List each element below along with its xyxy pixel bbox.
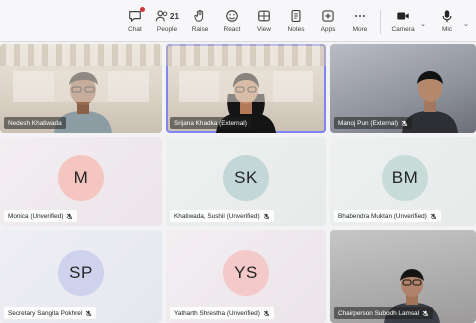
participant-name: Nedesh Khatiwada [8,119,62,127]
participant-avatar: SK [223,155,269,201]
avatar-initials: BM [391,168,419,187]
camera-label: Camera [391,26,415,33]
participant-name: Srijana Khadka (External) [174,119,247,127]
more-icon [355,14,365,18]
people-icon [155,10,168,22]
react-button[interactable]: React [215,9,249,41]
mic-muted-icon [86,310,92,316]
mic-options-chevron-icon[interactable]: ⌄ [463,20,469,28]
participant-name-tag: Bhabendra Muktan (Unverified) [334,210,441,222]
view-button[interactable]: View [247,9,281,41]
participant-tile[interactable]: M Monica (Unverified) [0,137,162,226]
participant-tile[interactable]: BM Bhabendra Muktan (Unverified) [330,137,476,226]
participant-tile[interactable]: YS Yatharth Shrestha (Unverified) [166,230,326,323]
apps-label: Apps [320,26,336,33]
chat-notification-dot [140,7,145,12]
chat-button[interactable]: Chat [118,7,152,41]
toolbar-divider [380,10,381,34]
view-icon [258,10,270,22]
participant-tile[interactable]: SK Khatiwada, Sushil (Unverified) [166,137,326,226]
participant-avatar: SP [58,250,104,296]
participant-tile[interactable]: Manoj Pun (External) [330,44,476,133]
raise-hand-icon [194,9,204,22]
meeting-toolbar: Chat 21 People Raise React View Notes Ap… [0,0,476,42]
avatar-initials: M [73,168,89,187]
chat-label: Chat [128,26,142,33]
participant-avatar: YS [223,250,269,296]
participant-tile[interactable]: Nedesh Khatiwada [0,44,162,133]
mic-muted-icon [263,213,269,219]
notes-label: Notes [287,26,305,33]
camera-icon [397,12,409,20]
participant-tile[interactable]: Chairperson Subodh Lamsal [330,230,476,323]
participant-name-tag: Chairperson Subodh Lamsal [334,307,433,319]
raise-hand-button[interactable]: Raise [183,9,217,41]
participant-avatar: M [58,155,104,201]
participant-name-tag: Srijana Khadka (External) [170,117,251,129]
participant-name-tag: Khatiwada, Sushil (Unverified) [170,210,274,222]
notes-button[interactable]: Notes [279,9,313,41]
camera-options-chevron-icon[interactable]: ⌄ [420,20,426,28]
participant-name-tag: Manoj Pun (External) [334,117,413,129]
avatar-initials: SK [234,168,258,187]
more-label: More [352,26,368,33]
react-icon [226,10,238,22]
apps-button[interactable]: Apps [311,9,345,41]
participant-name: Secretary Sangita Pokhrel [8,309,83,317]
participant-count: 21 [170,11,179,21]
participant-name: Yatharth Shrestha (Unverified) [174,309,260,317]
mic-label: Mic [441,26,453,33]
more-button[interactable]: More [343,9,377,41]
participant-name: Khatiwada, Sushil (Unverified) [174,212,260,220]
participant-name: Chairperson Subodh Lamsal [338,309,419,317]
participant-name-tag: Monica (Unverified) [4,210,78,222]
participant-avatar: BM [382,155,428,201]
participant-tile[interactable]: SP Secretary Sangita Pokhrel [0,230,162,323]
mic-muted-icon [67,213,73,219]
participant-name-tag: Yatharth Shrestha (Unverified) [170,307,274,319]
mic-muted-icon [401,120,408,126]
mic-muted-icon [263,310,270,316]
people-label: People [156,26,178,33]
raise-label: Raise [191,26,209,33]
participant-name: Manoj Pun (External) [338,119,399,127]
avatar-initials: YS [234,263,258,282]
people-button[interactable]: 21 People [150,9,184,41]
participant-name: Bhabendra Muktan (Unverified) [338,212,427,220]
participant-name-tag: Nedesh Khatiwada [4,117,66,129]
view-label: View [257,26,271,33]
notes-icon [291,10,301,22]
camera-button[interactable]: Camera [386,9,420,41]
mic-button[interactable]: Mic [430,9,464,41]
participant-name: Monica (Unverified) [8,212,64,220]
apps-icon [322,10,334,22]
meeting-window: Chat 21 People Raise React View Notes Ap… [0,0,476,323]
mic-muted-icon [430,213,437,219]
mic-icon [442,10,452,23]
mic-muted-icon [422,310,429,316]
participant-grid: Nedesh Khatiwada Srijana Khadka (Externa… [0,44,476,323]
react-label: React [223,26,241,33]
participant-name-tag: Secretary Sangita Pokhrel [4,307,97,319]
avatar-initials: SP [69,263,93,282]
participant-tile-speaking[interactable]: Srijana Khadka (External) [166,44,326,133]
